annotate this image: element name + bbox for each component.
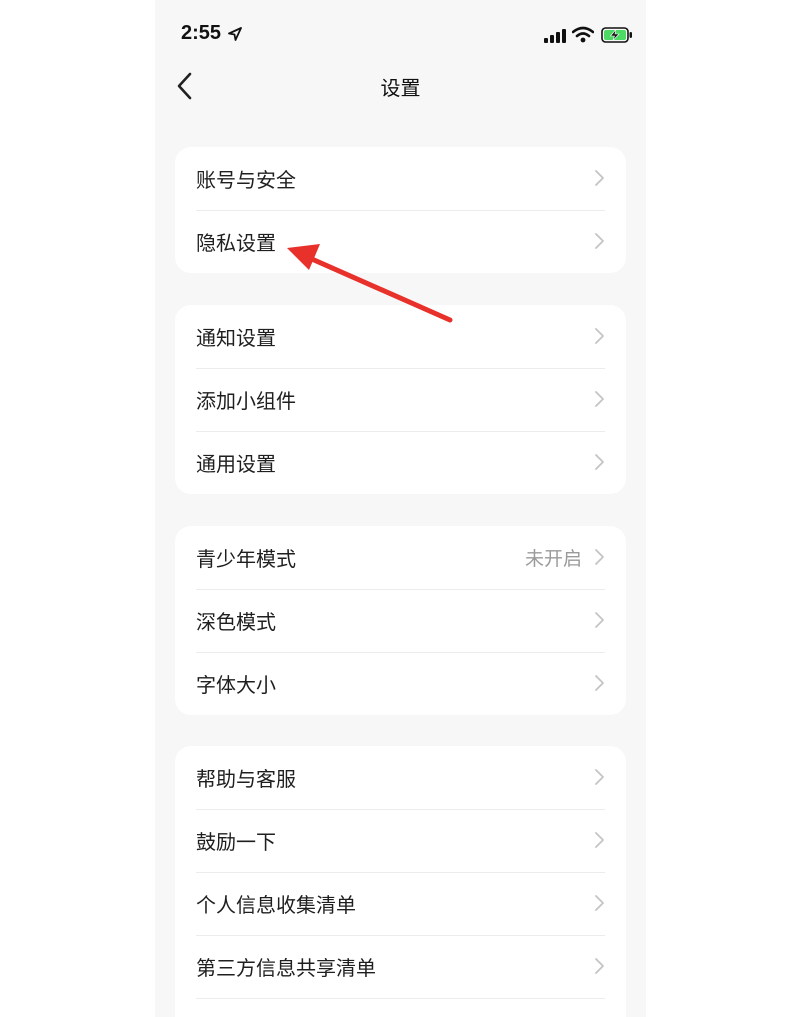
wifi-icon bbox=[572, 26, 594, 43]
status-time: 2:55 bbox=[181, 22, 222, 44]
settings-row-third-party-sharing-list[interactable]: 第三方信息共享清单 bbox=[175, 935, 626, 998]
settings-row-personal-info-list[interactable]: 个人信息收集清单 bbox=[175, 872, 626, 935]
settings-row-help-support[interactable]: 帮助与客服 bbox=[175, 746, 626, 809]
page-title: 设置 bbox=[380, 76, 421, 100]
settings-group-display: 青少年模式 未开启 深色模式 字体大小 bbox=[175, 526, 626, 715]
navigation-bar: 设置 bbox=[155, 62, 646, 110]
phone-screen: 2:55 设置 账号与安全 隐私设置 通知设置 添加小组件 通用设置 青少年模式… bbox=[155, 0, 646, 1017]
settings-row-label: 深色模式 bbox=[196, 610, 276, 634]
battery-charging-icon bbox=[601, 27, 632, 43]
chevron-right-icon bbox=[595, 769, 604, 785]
chevron-right-icon bbox=[595, 832, 604, 848]
settings-row-privacy[interactable]: 隐私设置 bbox=[175, 210, 626, 273]
chevron-right-icon bbox=[595, 895, 604, 911]
settings-row-label: 账号与安全 bbox=[196, 168, 296, 192]
settings-row-add-widget[interactable]: 添加小组件 bbox=[175, 368, 626, 431]
settings-row-label: 帮助与客服 bbox=[196, 767, 296, 791]
settings-group-account: 账号与安全 隐私设置 bbox=[175, 147, 626, 273]
chevron-right-icon bbox=[595, 391, 604, 407]
settings-row-font-size[interactable]: 字体大小 bbox=[175, 652, 626, 715]
chevron-right-icon bbox=[595, 675, 604, 691]
chevron-right-icon bbox=[595, 170, 604, 186]
chevron-right-icon bbox=[595, 612, 604, 628]
settings-row-notifications[interactable]: 通知设置 bbox=[175, 305, 626, 368]
status-bar: 2:55 bbox=[155, 0, 646, 70]
chevron-right-icon bbox=[595, 958, 604, 974]
teen-mode-status: 未开启 bbox=[524, 548, 582, 570]
settings-group-support: 帮助与客服 鼓励一下 个人信息收集清单 第三方信息共享清单 bbox=[175, 746, 626, 1017]
settings-row-label: 个人信息收集清单 bbox=[196, 893, 356, 917]
settings-row-label: 鼓励一下 bbox=[196, 830, 276, 854]
chevron-right-icon bbox=[595, 454, 604, 470]
settings-row-label: 第三方信息共享清单 bbox=[196, 956, 376, 980]
chevron-right-icon bbox=[595, 233, 604, 249]
settings-row-label: 添加小组件 bbox=[196, 389, 296, 413]
settings-row-label: 通用设置 bbox=[196, 452, 276, 476]
cellular-signal-icon bbox=[544, 29, 566, 43]
chevron-right-icon bbox=[595, 549, 604, 565]
settings-row-partial[interactable] bbox=[175, 998, 626, 1017]
location-arrow-icon bbox=[228, 27, 242, 41]
settings-row-label: 通知设置 bbox=[196, 326, 276, 350]
chevron-right-icon bbox=[595, 328, 604, 344]
settings-row-encourage[interactable]: 鼓励一下 bbox=[175, 809, 626, 872]
settings-row-dark-mode[interactable]: 深色模式 bbox=[175, 589, 626, 652]
settings-row-label: 字体大小 bbox=[196, 673, 276, 697]
settings-group-notifications: 通知设置 添加小组件 通用设置 bbox=[175, 305, 626, 494]
settings-row-general[interactable]: 通用设置 bbox=[175, 431, 626, 494]
settings-row-label: 青少年模式 bbox=[196, 547, 296, 571]
settings-row-teen-mode[interactable]: 青少年模式 未开启 bbox=[175, 526, 626, 589]
settings-row-label: 隐私设置 bbox=[196, 231, 276, 255]
settings-row-account-security[interactable]: 账号与安全 bbox=[175, 147, 626, 210]
